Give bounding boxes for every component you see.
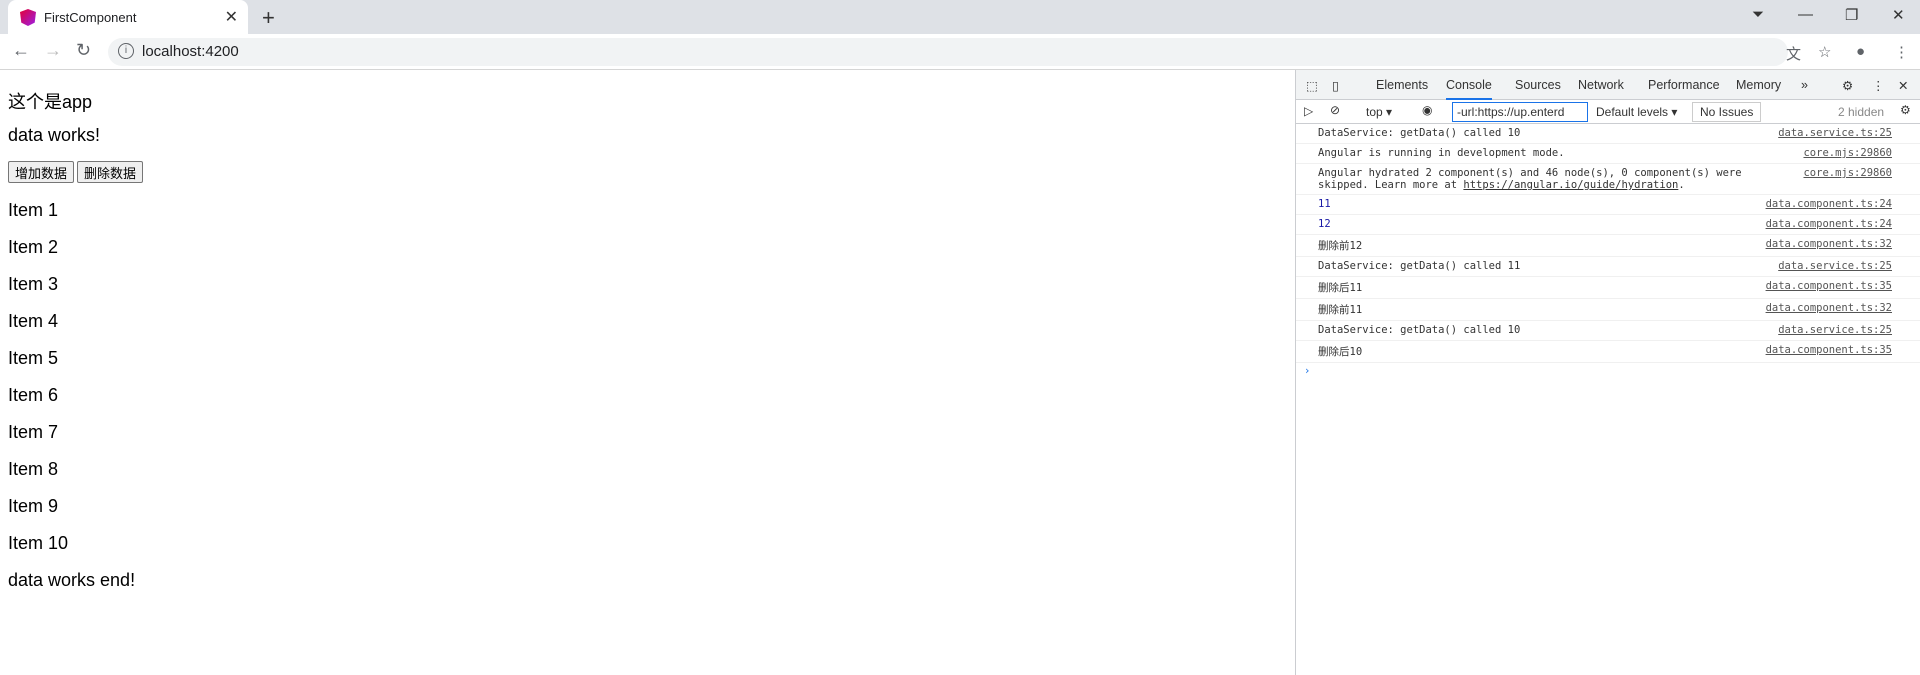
source-link[interactable]: data.component.ts:35 [1766,280,1892,292]
browser-toolbar: ← → ↻ i localhost:4200 文 ☆ ● ⋮ [0,34,1920,70]
source-link[interactable]: data.service.ts:25 [1778,127,1892,139]
new-tab-button[interactable]: + [262,5,275,31]
source-link[interactable]: data.service.ts:25 [1778,324,1892,336]
message-text: 删除后11 [1318,282,1363,294]
filter-input[interactable]: -url:https://up.enterd [1452,102,1588,122]
list-item: Item 9 [8,496,59,516]
list-item: Item 8 [8,459,59,479]
tab-network[interactable]: Network [1578,78,1624,92]
minimize-button[interactable]: — [1798,6,1813,23]
tab-memory[interactable]: Memory [1736,78,1781,92]
hidden-count: 2 hidden [1838,105,1885,119]
console-message: 12 data.component.ts:24 [1296,215,1920,235]
list-item: Item 1 [8,200,59,220]
list-item: Item 3 [8,274,59,294]
console-settings-icon[interactable]: ⚙ [1900,103,1911,117]
console-message: Angular is running in development mode. c… [1296,144,1920,164]
message-text: Angular is running in development mode. [1318,147,1565,159]
sidebar-toggle-icon[interactable]: ▷ [1304,104,1313,118]
source-link[interactable]: data.component.ts:24 [1766,198,1892,210]
message-text: DataService: getData() called 11 [1318,260,1521,272]
tab-console[interactable]: Console [1446,78,1492,100]
list-item: Item 2 [8,237,59,257]
console-message: 删除前12 data.component.ts:32 [1296,235,1920,257]
url-text: localhost:4200 [142,43,239,60]
add-data-button[interactable]: 增加数据 [8,161,75,183]
list-item: Item 6 [8,385,59,405]
close-window-button[interactable]: ✕ [1892,6,1905,24]
console-message: 11 data.component.ts:24 [1296,195,1920,215]
issues-button[interactable]: No Issues [1692,102,1762,122]
console-message: 删除前11 data.component.ts:32 [1296,299,1920,321]
maximize-button[interactable]: ❐ [1845,6,1858,24]
delete-data-button[interactable]: 删除数据 [77,161,144,183]
message-text: DataService: getData() called 10 [1318,127,1521,139]
more-options-icon[interactable]: ⋮ [1872,78,1885,93]
devtools-panel: ⬚ ▯ Elements Console Sources Network Per… [1295,70,1920,675]
settings-icon[interactable]: ⚙ [1842,78,1853,93]
list-item: Item 10 [8,533,69,553]
address-bar[interactable]: i localhost:4200 [108,38,1788,66]
hydration-link[interactable]: https://angular.io/guide/hydration [1463,179,1678,191]
live-expression-icon[interactable]: ◉ [1422,103,1432,117]
clear-console-icon[interactable]: ⊘ [1330,103,1340,117]
message-number: 12 [1318,218,1331,230]
console-message: 删除后11 data.component.ts:35 [1296,277,1920,299]
app-heading: 这个是app [8,92,93,112]
bookmark-star-icon[interactable]: ☆ [1818,43,1831,61]
more-tabs-icon[interactable]: » [1801,78,1808,92]
source-link[interactable]: core.mjs:29860 [1803,167,1892,179]
devtools-tabs: ⬚ ▯ Elements Console Sources Network Per… [1296,70,1920,100]
message-number: 11 [1318,198,1331,210]
close-tab-icon[interactable]: ✕ [225,7,238,27]
profile-icon[interactable]: ● [1856,43,1865,60]
log-levels-value: Default levels [1596,105,1669,119]
browser-tab[interactable]: FirstComponent ✕ [8,0,248,34]
tab-elements[interactable]: Elements [1376,78,1428,92]
device-toggle-icon[interactable]: ▯ [1332,78,1339,93]
context-value: top [1366,105,1383,119]
console-prompt[interactable]: › [1296,363,1920,379]
tab-title: FirstComponent [44,10,137,25]
source-link[interactable]: data.component.ts:32 [1766,238,1892,250]
source-link[interactable]: core.mjs:29860 [1803,147,1892,159]
data-works-text: data works! [8,125,101,145]
tab-sources[interactable]: Sources [1515,78,1561,92]
console-message: 删除后10 data.component.ts:35 [1296,341,1920,363]
context-select[interactable]: top ▾ [1366,105,1392,119]
message-suffix: . [1678,179,1685,191]
log-levels-select[interactable]: Default levels ▾ [1596,105,1677,119]
info-icon[interactable]: i [118,43,134,59]
forward-icon[interactable]: → [44,40,62,61]
source-link[interactable]: data.component.ts:24 [1766,218,1892,230]
source-link[interactable]: data.service.ts:25 [1778,260,1892,272]
list-item: Item 4 [8,311,59,331]
console-message: DataService: getData() called 10 data.ser… [1296,124,1920,144]
page-content: 这个是app data works! 增加数据 删除数据 Item 1 Item… [0,70,1295,675]
message-text: 删除后10 [1318,346,1363,358]
back-icon[interactable]: ← [12,40,30,61]
source-link[interactable]: data.component.ts:35 [1766,344,1892,356]
tab-search-icon[interactable]: ⏷ [1752,6,1764,23]
console-message: Angular hydrated 2 component(s) and 46 n… [1296,164,1920,195]
source-link[interactable]: data.component.ts:32 [1766,302,1892,314]
list-item: Item 7 [8,422,59,442]
angular-logo-icon [20,9,36,26]
close-devtools-icon[interactable]: ✕ [1898,78,1908,93]
reload-icon[interactable]: ↻ [76,40,91,61]
translate-icon[interactable]: 文 [1786,43,1801,64]
menu-icon[interactable]: ⋮ [1894,43,1909,61]
console-toolbar: ▷ ⊘ top ▾ ◉ -url:https://up.enterd Defau… [1296,100,1920,124]
list-item: Item 5 [8,348,59,368]
message-text: DataService: getData() called 10 [1318,324,1521,336]
message-text: 删除前12 [1318,240,1363,252]
console-message: DataService: getData() called 11 data.ser… [1296,257,1920,277]
end-text: data works end! [8,570,136,590]
tab-performance[interactable]: Performance [1648,78,1720,92]
inspect-icon[interactable]: ⬚ [1306,78,1318,93]
message-text: 删除前11 [1318,304,1363,316]
console-messages: DataService: getData() called 10 data.ser… [1296,124,1920,379]
console-message: DataService: getData() called 10 data.ser… [1296,321,1920,341]
